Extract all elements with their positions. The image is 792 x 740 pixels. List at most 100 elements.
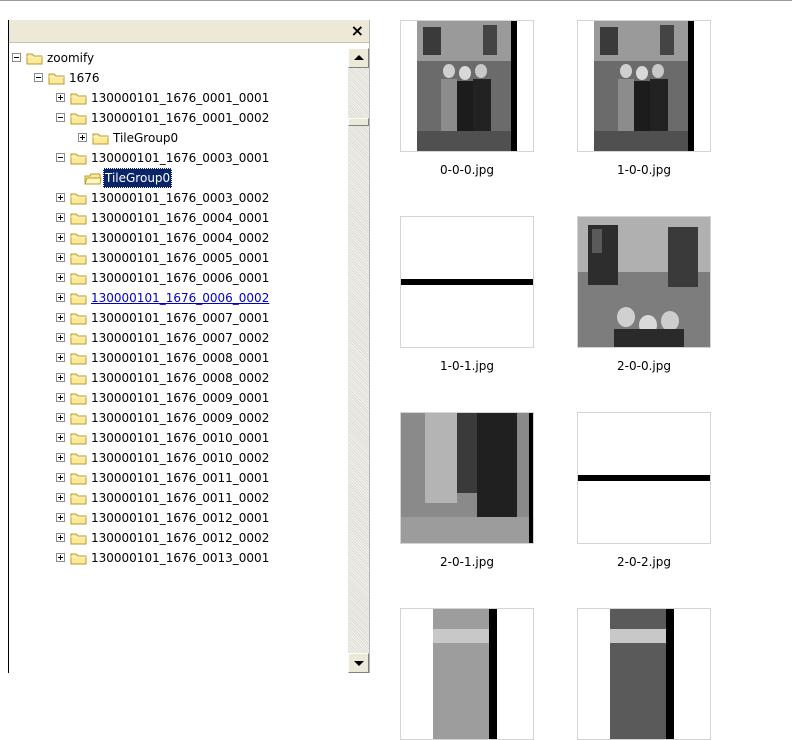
tree-node[interactable]: 130000101_1676_0007_0001 — [9, 308, 348, 328]
expand-icon[interactable] — [56, 533, 65, 542]
thumbnail-caption[interactable]: 1-0-0.jpg — [577, 163, 711, 177]
tree-node-label[interactable]: 130000101_1676_0007_0001 — [89, 308, 271, 328]
expand-icon[interactable] — [56, 293, 65, 302]
tree-node-label[interactable]: 130000101_1676_0011_0001 — [89, 468, 271, 488]
tree-node[interactable]: 130000101_1676_0012_0002 — [9, 528, 348, 548]
tree-node[interactable]: 130000101_1676_0003_0001 — [9, 148, 348, 168]
tree-node[interactable]: 130000101_1676_0009_0002 — [9, 408, 348, 428]
close-icon[interactable]: × — [351, 21, 364, 41]
folder-icon — [70, 111, 88, 125]
thumbnail-image[interactable] — [577, 20, 711, 152]
folder-icon — [70, 411, 88, 425]
tree-node-label[interactable]: 130000101_1676_0012_0001 — [89, 508, 271, 528]
expand-icon[interactable] — [56, 193, 65, 202]
tree-node-label[interactable]: 130000101_1676_0009_0001 — [89, 388, 271, 408]
expand-icon[interactable] — [56, 553, 65, 562]
tree-node[interactable]: 130000101_1676_0006_0001 — [9, 268, 348, 288]
tree-node-label[interactable]: 1676 — [67, 68, 102, 88]
thumbnail-image[interactable] — [400, 20, 534, 152]
thumbnail-image[interactable] — [577, 216, 711, 348]
tree-node[interactable]: 130000101_1676_0010_0001 — [9, 428, 348, 448]
expand-icon[interactable] — [56, 413, 65, 422]
collapse-icon[interactable] — [34, 73, 43, 82]
tree-node-label[interactable]: 130000101_1676_0010_0001 — [89, 428, 271, 448]
thumbnail-image[interactable] — [577, 608, 711, 740]
tree-node[interactable]: 130000101_1676_0013_0001 — [9, 548, 348, 568]
scroll-thumb[interactable] — [348, 118, 369, 126]
tree-node-label[interactable]: 130000101_1676_0011_0002 — [89, 488, 271, 508]
tree-node-label[interactable]: 130000101_1676_0006_0001 — [89, 268, 271, 288]
expand-icon[interactable] — [56, 473, 65, 482]
tree-node[interactable]: 130000101_1676_0006_0002 — [9, 288, 348, 308]
expand-icon[interactable] — [56, 253, 65, 262]
expand-icon[interactable] — [56, 333, 65, 342]
tree-node[interactable]: 130000101_1676_0010_0002 — [9, 448, 348, 468]
thumbnail-image[interactable] — [400, 412, 534, 544]
collapse-icon[interactable] — [56, 113, 65, 122]
expand-icon[interactable] — [56, 453, 65, 462]
expand-icon[interactable] — [56, 393, 65, 402]
folder-icon — [70, 231, 88, 245]
tree-node-label[interactable]: 130000101_1676_0008_0001 — [89, 348, 271, 368]
expand-icon[interactable] — [56, 273, 65, 282]
folder-icon — [70, 91, 88, 105]
thumbnail-caption[interactable]: 2-0-0.jpg — [577, 359, 711, 373]
tree-node-label[interactable]: 130000101_1676_0008_0002 — [89, 368, 271, 388]
tree-node-label[interactable]: 130000101_1676_0001_0001 — [89, 88, 271, 108]
expand-icon[interactable] — [56, 213, 65, 222]
scroll-up-button[interactable] — [348, 48, 369, 68]
tree-node[interactable]: 130000101_1676_0008_0001 — [9, 348, 348, 368]
tree-node-label[interactable]: zoomify — [45, 48, 96, 68]
expand-icon[interactable] — [56, 233, 65, 242]
tree-node[interactable]: 130000101_1676_0011_0001 — [9, 468, 348, 488]
thumbnail-caption[interactable]: 0-0-0.jpg — [400, 163, 534, 177]
scroll-down-button[interactable] — [348, 653, 369, 673]
expand-icon[interactable] — [56, 433, 65, 442]
tree-node-label[interactable]: 130000101_1676_0003_0002 — [89, 188, 271, 208]
tree-node-label[interactable]: 130000101_1676_0001_0002 — [89, 108, 271, 128]
tree-node[interactable]: 130000101_1676_0004_0002 — [9, 228, 348, 248]
expand-icon[interactable] — [56, 493, 65, 502]
tree-scrollbar[interactable] — [348, 48, 369, 673]
tree-node[interactable]: 130000101_1676_0004_0001 — [9, 208, 348, 228]
tree-node-label[interactable]: 130000101_1676_0006_0002 — [89, 288, 271, 308]
expand-icon[interactable] — [56, 93, 65, 102]
expand-icon[interactable] — [56, 353, 65, 362]
tree-node[interactable]: 130000101_1676_0009_0001 — [9, 388, 348, 408]
tree-node-label[interactable]: 130000101_1676_0010_0002 — [89, 448, 271, 468]
thumbnail-caption[interactable]: 1-0-1.jpg — [400, 359, 534, 373]
expand-icon[interactable] — [56, 373, 65, 382]
tree-node-label[interactable]: 130000101_1676_0004_0002 — [89, 228, 271, 248]
tree-node[interactable]: 1676 — [9, 68, 348, 88]
tree-node[interactable]: 130000101_1676_0011_0002 — [9, 488, 348, 508]
tree-node-label[interactable]: 130000101_1676_0003_0001 — [89, 148, 271, 168]
thumbnail-caption[interactable]: 2-0-2.jpg — [577, 555, 711, 569]
tree-node[interactable]: 130000101_1676_0003_0002 — [9, 188, 348, 208]
tree-node-label[interactable]: TileGroup0 — [111, 128, 180, 148]
thumbnail-image[interactable] — [400, 608, 534, 740]
tree-node[interactable]: TileGroup0 — [9, 168, 348, 188]
thumbnail-image[interactable] — [400, 216, 534, 348]
collapse-icon[interactable] — [12, 53, 21, 62]
tree-node-label[interactable]: 130000101_1676_0005_0001 — [89, 248, 271, 268]
tree-node-label[interactable]: 130000101_1676_0007_0002 — [89, 328, 271, 348]
tree-node[interactable]: zoomify — [9, 48, 348, 68]
expand-icon[interactable] — [78, 133, 87, 142]
tree-node[interactable]: 130000101_1676_0008_0002 — [9, 368, 348, 388]
tree-node-label[interactable]: 130000101_1676_0004_0001 — [89, 208, 271, 228]
tree-node[interactable]: 130000101_1676_0001_0001 — [9, 88, 348, 108]
tree-node-label[interactable]: TileGroup0 — [103, 168, 173, 188]
tree-node-label[interactable]: 130000101_1676_0013_0001 — [89, 548, 271, 568]
tree-node[interactable]: 130000101_1676_0001_0002 — [9, 108, 348, 128]
expand-icon[interactable] — [56, 313, 65, 322]
collapse-icon[interactable] — [56, 153, 65, 162]
tree-node[interactable]: 130000101_1676_0005_0001 — [9, 248, 348, 268]
tree-node-label[interactable]: 130000101_1676_0009_0002 — [89, 408, 271, 428]
tree-node[interactable]: 130000101_1676_0012_0001 — [9, 508, 348, 528]
thumbnail-caption[interactable]: 2-0-1.jpg — [400, 555, 534, 569]
tree-node-label[interactable]: 130000101_1676_0012_0002 — [89, 528, 271, 548]
tree-node[interactable]: 130000101_1676_0007_0002 — [9, 328, 348, 348]
tree-node[interactable]: TileGroup0 — [9, 128, 348, 148]
expand-icon[interactable] — [56, 513, 65, 522]
thumbnail-image[interactable] — [577, 412, 711, 544]
